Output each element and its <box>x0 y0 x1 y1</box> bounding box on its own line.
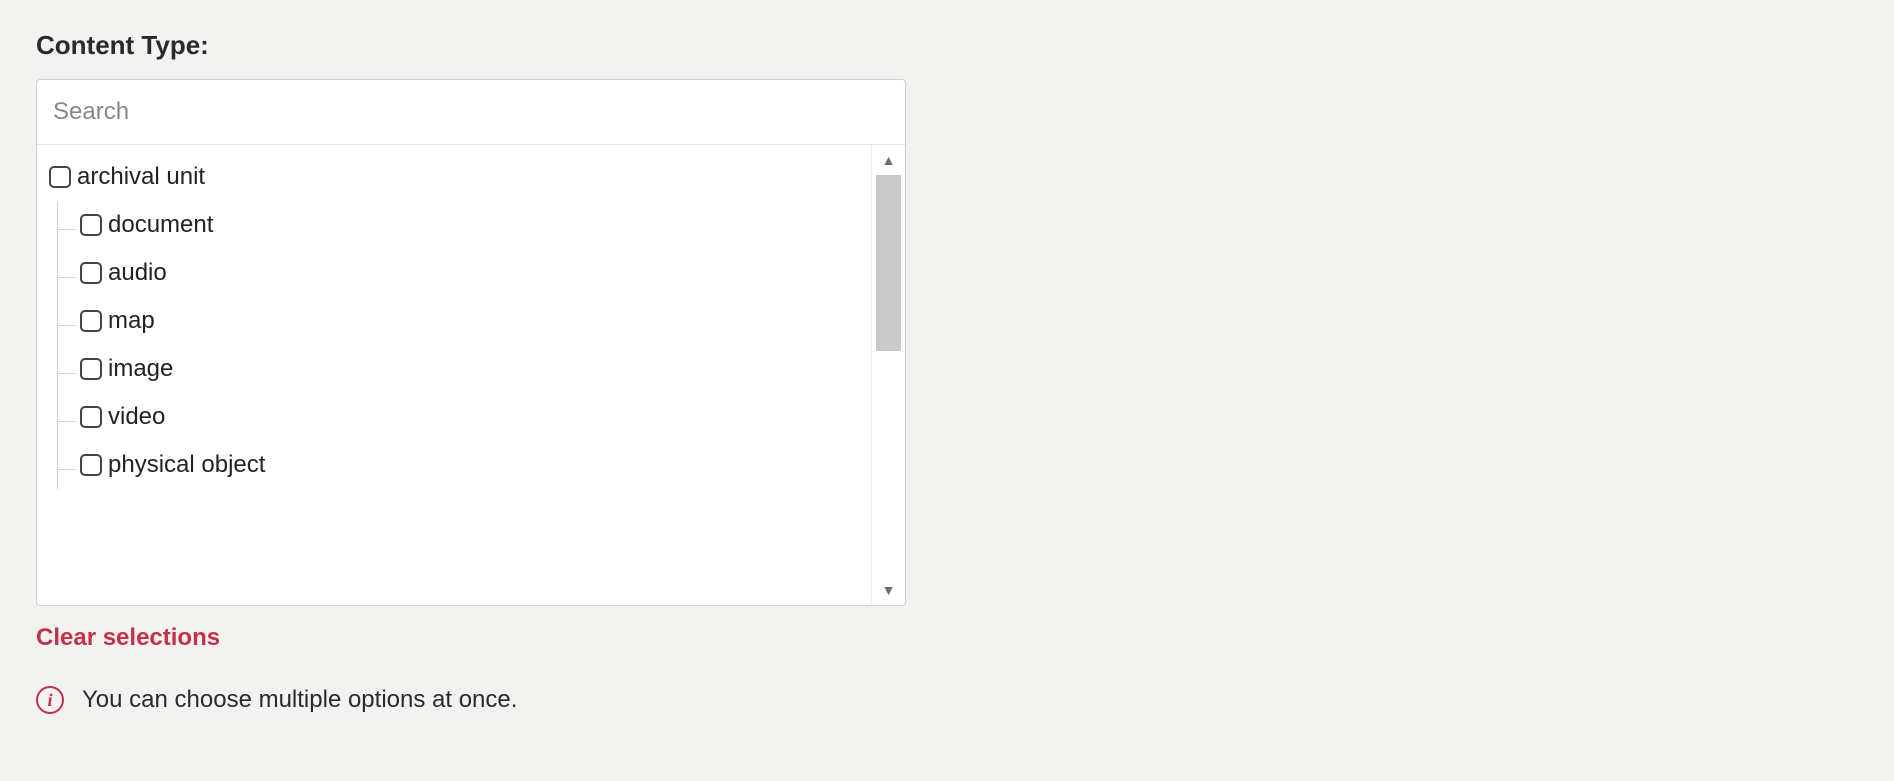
tree-children: document audio map <box>57 201 863 489</box>
checkbox-icon[interactable] <box>80 214 102 236</box>
scroll-down-icon[interactable]: ▼ <box>872 575 905 605</box>
checkbox-icon[interactable] <box>80 406 102 428</box>
tree-node-map[interactable]: map <box>58 297 863 345</box>
hint-text: You can choose multiple options at once. <box>82 686 517 714</box>
scroll-thumb[interactable] <box>876 175 901 351</box>
clear-selections-link[interactable]: Clear selections <box>36 624 220 652</box>
content-type-selector: archival unit document audio <box>36 79 906 606</box>
node-label: image <box>108 355 173 383</box>
checkbox-icon[interactable] <box>80 454 102 476</box>
scroll-track[interactable] <box>872 175 905 575</box>
node-label: video <box>108 403 165 431</box>
tree-node-root[interactable]: archival unit <box>45 153 863 201</box>
tree-node-video[interactable]: video <box>58 393 863 441</box>
node-label: physical object <box>108 451 265 479</box>
checkbox-icon[interactable] <box>80 262 102 284</box>
field-label: Content Type: <box>36 30 1858 61</box>
tree-area: archival unit document audio <box>37 145 905 605</box>
node-label: audio <box>108 259 167 287</box>
hint-row: i You can choose multiple options at onc… <box>36 686 1858 714</box>
node-label: document <box>108 211 213 239</box>
tree-list[interactable]: archival unit document audio <box>37 145 871 605</box>
checkbox-icon[interactable] <box>80 358 102 380</box>
checkbox-icon[interactable] <box>49 166 71 188</box>
node-label: archival unit <box>77 163 205 191</box>
tree-node-audio[interactable]: audio <box>58 249 863 297</box>
tree-node-document[interactable]: document <box>58 201 863 249</box>
scroll-up-icon[interactable]: ▲ <box>872 145 905 175</box>
tree-node-image[interactable]: image <box>58 345 863 393</box>
node-label: map <box>108 307 155 335</box>
search-input[interactable] <box>37 80 905 145</box>
info-icon: i <box>36 686 64 714</box>
checkbox-icon[interactable] <box>80 310 102 332</box>
tree-node-physical-object[interactable]: physical object <box>58 441 863 489</box>
scrollbar[interactable]: ▲ ▼ <box>871 145 905 605</box>
